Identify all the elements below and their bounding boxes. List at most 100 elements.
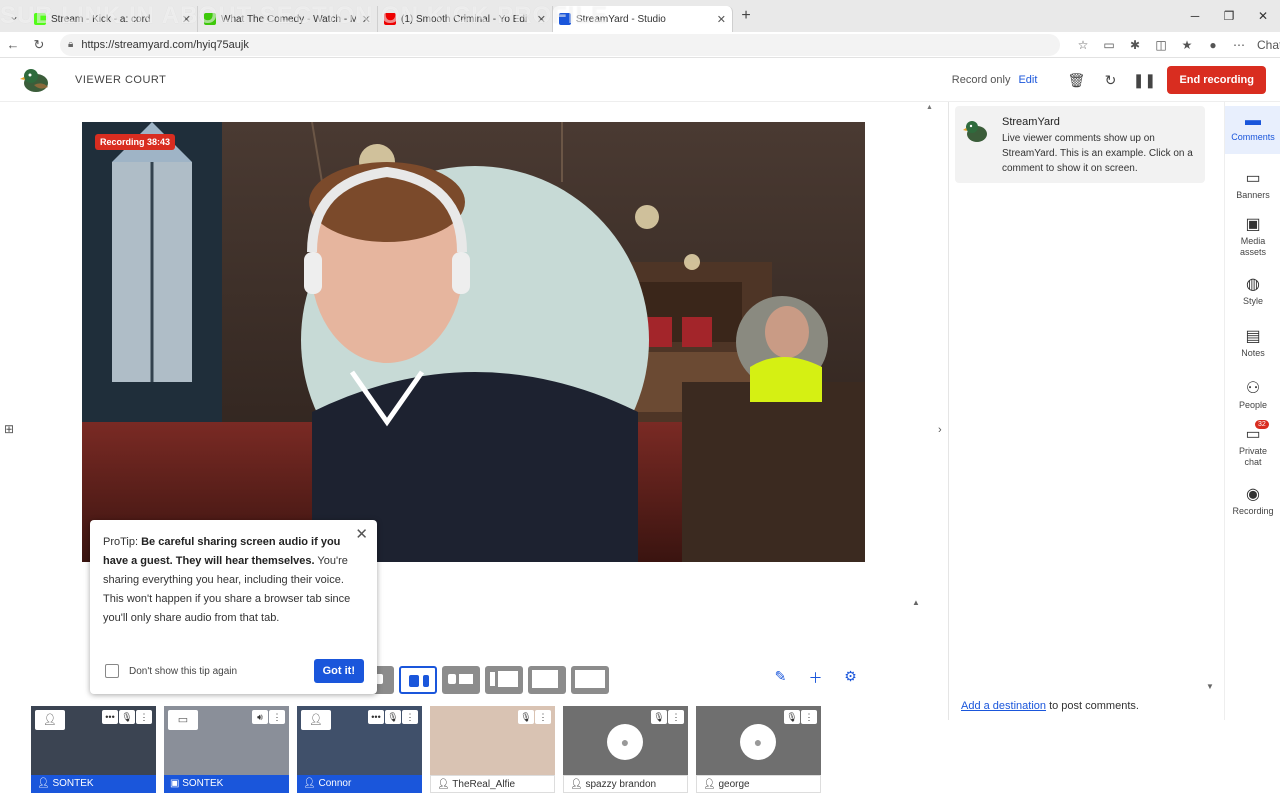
tiles-scrollbar[interactable]: ▲ bbox=[912, 598, 920, 607]
pause-icon[interactable]: ❚❚ bbox=[1127, 66, 1161, 94]
avatar-placeholder-icon: ● bbox=[740, 724, 776, 760]
rail-item-banners[interactable]: ▭ Banners bbox=[1225, 168, 1280, 200]
close-icon[interactable]: ✕ bbox=[355, 525, 368, 543]
add-icon[interactable]: ＋ bbox=[798, 668, 833, 688]
speaker-icon[interactable]: 🔊︎ bbox=[252, 710, 268, 724]
participant-tile[interactable]: ● 🎙︎ ⋮ 👤︎ spazzy brandon bbox=[563, 706, 688, 793]
more-vert-icon[interactable]: ⋮ bbox=[136, 710, 152, 724]
layout-option-screen-small[interactable] bbox=[528, 666, 566, 694]
comments-footer: Add a destination to post comments. bbox=[961, 700, 1139, 712]
mic-icon[interactable]: 🎙︎ bbox=[119, 710, 135, 724]
more-vert-icon[interactable]: ⋮ bbox=[535, 710, 551, 724]
browser-tab[interactable]: (1) Smooth Criminal - Yo Edi ✕ bbox=[378, 6, 553, 32]
copilot-chat-button[interactable]: Chat bbox=[1252, 38, 1280, 52]
person-small-icon: 👤︎ bbox=[703, 779, 719, 790]
mic-muted-icon[interactable]: 🎙︎ bbox=[518, 710, 534, 724]
dont-show-checkbox[interactable] bbox=[105, 664, 119, 678]
extension-icon[interactable]: ✱ bbox=[1122, 38, 1148, 52]
rail-item-style[interactable]: ◍ Style bbox=[1225, 274, 1280, 306]
rail-item-private-chat[interactable]: ▭ 32 Private chat bbox=[1225, 420, 1280, 468]
close-tab-icon[interactable]: ✕ bbox=[182, 13, 191, 26]
rail-item-media-assets[interactable]: ▣ Media assets bbox=[1225, 214, 1280, 258]
pencil-icon[interactable]: ✎ bbox=[763, 668, 798, 688]
add-destination-link[interactable]: Add a destination bbox=[961, 700, 1046, 712]
rail-item-notes[interactable]: ▤ Notes bbox=[1225, 326, 1280, 358]
participant-tile[interactable]: 🎙︎ ⋮ 👤︎ TheReal_Alfie bbox=[430, 706, 555, 793]
layout-panel-toggle-icon[interactable]: ⊞ bbox=[4, 422, 14, 436]
browser-tab[interactable]: What The Comedy - Watch - Me ✕ bbox=[198, 6, 378, 32]
notes-icon: ▤ bbox=[1245, 328, 1261, 345]
recording-icon: ◉ bbox=[1246, 486, 1260, 503]
profile-icon[interactable]: ● bbox=[1200, 38, 1226, 52]
close-tab-icon[interactable]: ✕ bbox=[537, 13, 546, 26]
stage-scrollbar[interactable]: ▲ bbox=[926, 104, 933, 704]
end-recording-button[interactable]: End recording bbox=[1167, 66, 1266, 94]
panel-scroll-icon[interactable]: ▼ bbox=[1206, 682, 1214, 691]
minimize-icon[interactable]: ─ bbox=[1178, 9, 1212, 23]
more-vert-icon[interactable]: ⋮ bbox=[402, 710, 418, 724]
participant-tile[interactable]: ● 🎙︎ ⋮ 👤︎ george bbox=[696, 706, 821, 793]
courtroom-background bbox=[82, 122, 865, 562]
expand-panel-chevron-icon[interactable]: › bbox=[938, 424, 942, 436]
browser-tab-active[interactable]: StreamYard - Studio ✕ bbox=[553, 6, 733, 32]
more-vert-icon[interactable]: ⋮ bbox=[269, 710, 285, 724]
rail-item-comments[interactable]: ▬ Comments bbox=[1225, 106, 1280, 154]
back-icon[interactable]: ← bbox=[0, 37, 26, 52]
rail-item-people[interactable]: ⚇ People bbox=[1225, 378, 1280, 410]
comment-author: StreamYard bbox=[1002, 116, 1060, 128]
browser-tab[interactable]: Stream - Kick - a: cord ✕ bbox=[28, 6, 198, 32]
protip-footer: Don't show this tip again Got it! bbox=[105, 659, 364, 683]
screen-icon[interactable]: ▭ bbox=[168, 710, 198, 730]
layout-selector bbox=[364, 666, 614, 694]
close-tab-icon[interactable]: ✕ bbox=[362, 13, 371, 26]
url-field[interactable]: 🔒︎ https://streamyard.com/hyiq75aujk bbox=[60, 33, 1060, 56]
favorite-star-icon[interactable]: ☆ bbox=[1070, 38, 1096, 52]
address-bar: ← ↻ 🔒︎ https://streamyard.com/hyiq75aujk… bbox=[0, 32, 1280, 58]
close-tab-icon[interactable]: ✕ bbox=[717, 13, 726, 26]
stage-area: Recording 38:43 ⊞ › ✎ ＋ ⚙ 👤︎ ••• 🎙︎ ⋮ 👤︎ S… bbox=[0, 102, 942, 793]
mic-icon[interactable]: 🎙︎ bbox=[784, 710, 800, 724]
layout-option-group[interactable] bbox=[399, 666, 437, 694]
side-rail: ▬ Comments ▭ Banners ▣ Media assets ◍ Style … bbox=[1224, 102, 1280, 720]
avatar-placeholder-icon: ● bbox=[607, 724, 643, 760]
favorites-icon[interactable]: ★ bbox=[1174, 38, 1200, 52]
stage-canvas: Recording 38:43 bbox=[82, 122, 865, 562]
tile-name: ▣ SONTEK bbox=[164, 775, 289, 793]
rail-item-recording[interactable]: ◉ Recording bbox=[1225, 484, 1280, 516]
window-controls: ─ ❐ ✕ bbox=[1178, 0, 1280, 32]
got-it-button[interactable]: Got it! bbox=[313, 659, 364, 683]
participant-tile[interactable]: ▭ 🔊︎ ⋮ ▣ SONTEK bbox=[164, 706, 289, 793]
person-icon[interactable]: 👤︎ bbox=[301, 710, 331, 730]
camera-icon[interactable]: ▭ bbox=[1096, 38, 1122, 52]
settings-gear-icon[interactable]: ⚙ bbox=[833, 668, 868, 688]
more-icon[interactable]: ⋯ bbox=[1226, 38, 1252, 52]
person-icon[interactable]: 👤︎ bbox=[35, 710, 65, 730]
streamyard-logo-icon bbox=[20, 68, 48, 92]
restart-icon[interactable]: ↻ bbox=[1093, 66, 1127, 94]
layout-option-fullscreen[interactable] bbox=[571, 666, 609, 694]
comment-text: Live viewer comments show up on StreamYa… bbox=[1002, 133, 1193, 174]
backstage-tiles: 👤︎ ••• 🎙︎ ⋮ 👤︎ SONTEK ▭ 🔊︎ ⋮ ▣ SONTEK 👤︎ ••… bbox=[31, 706, 829, 793]
layout-option-leader[interactable] bbox=[442, 666, 480, 694]
participant-tile[interactable]: 👤︎ ••• 🎙︎ ⋮ 👤︎ SONTEK bbox=[31, 706, 156, 793]
more-vert-icon[interactable]: ⋮ bbox=[801, 710, 817, 724]
mic-icon[interactable]: 🎙︎ bbox=[651, 710, 667, 724]
close-window-icon[interactable]: ✕ bbox=[1246, 9, 1280, 23]
more-vert-icon[interactable]: ⋮ bbox=[668, 710, 684, 724]
reload-icon[interactable]: ↻ bbox=[26, 37, 52, 53]
tile-name: 👤︎ Connor bbox=[297, 775, 422, 793]
comment-item[interactable]: StreamYard Live viewer comments show up … bbox=[955, 106, 1205, 183]
private-chat-icon: ▭ bbox=[1245, 426, 1261, 443]
trash-icon[interactable]: 🗑︎ bbox=[1059, 66, 1093, 94]
split-screen-icon[interactable]: ◫ bbox=[1148, 38, 1174, 52]
maximize-icon[interactable]: ❐ bbox=[1212, 9, 1246, 23]
layout-option-sidebar[interactable] bbox=[485, 666, 523, 694]
streamyard-avatar-icon bbox=[963, 121, 987, 142]
tile-controls: 🎙︎ ⋮ bbox=[650, 710, 684, 724]
new-tab-button[interactable]: + bbox=[733, 7, 759, 25]
mic-icon[interactable]: 🎙︎ bbox=[385, 710, 401, 724]
edit-link[interactable]: Edit bbox=[1018, 74, 1037, 86]
person-small-icon: 👤︎ bbox=[437, 779, 453, 790]
participant-tile[interactable]: 👤︎ ••• 🎙︎ ⋮ 👤︎ Connor bbox=[297, 706, 422, 793]
tab-actions-icon[interactable]: ⌄ bbox=[0, 0, 28, 32]
